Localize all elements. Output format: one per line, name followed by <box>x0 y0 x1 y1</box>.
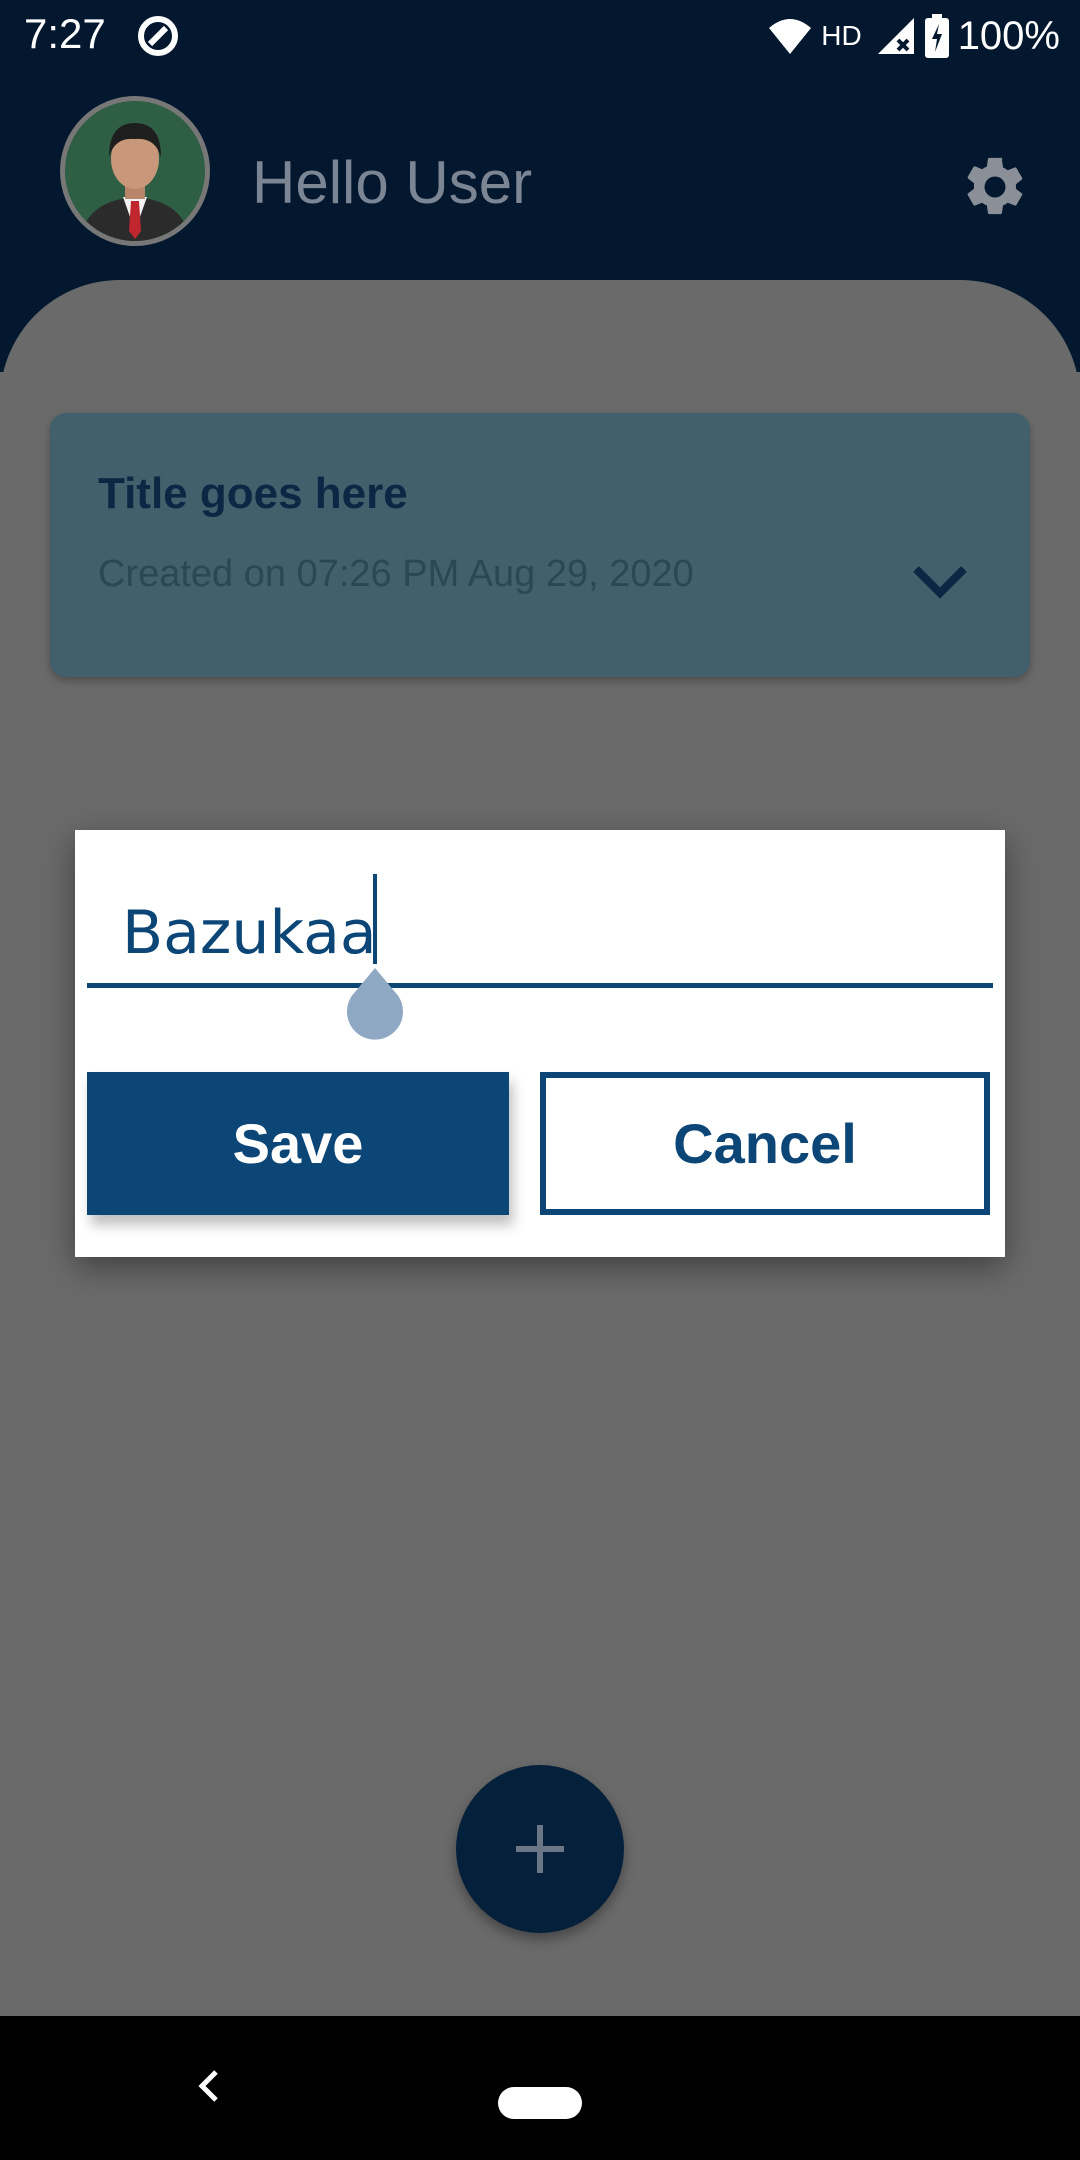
battery-text: 100% <box>957 13 1060 58</box>
add-fab-button[interactable] <box>456 1765 624 1933</box>
q-logo-icon <box>138 16 178 56</box>
title-input[interactable] <box>122 888 982 978</box>
edit-dialog: Save Cancel <box>75 830 1005 1257</box>
gear-icon[interactable] <box>960 152 1030 222</box>
wifi-icon <box>769 19 812 54</box>
input-underline <box>87 983 993 988</box>
save-button[interactable]: Save <box>87 1072 509 1215</box>
status-icons: HD 100% <box>767 8 1060 64</box>
back-icon[interactable] <box>186 2064 230 2108</box>
home-pill[interactable] <box>498 2087 582 2119</box>
cancel-button[interactable]: Cancel <box>540 1072 990 1215</box>
user-avatar-icon <box>65 101 205 241</box>
greeting-text: Hello User <box>252 149 533 216</box>
system-nav-bar <box>0 2016 1080 2160</box>
chevron-down-icon[interactable] <box>908 549 972 613</box>
signal-icon <box>877 18 914 54</box>
text-cursor <box>373 874 377 964</box>
status-time: 7:27 <box>24 10 106 57</box>
text-selection-handle[interactable] <box>345 968 405 1048</box>
plus-icon <box>516 1825 564 1873</box>
card-date: Created on 07:26 PM Aug 29, 2020 <box>98 553 694 595</box>
note-card[interactable]: Title goes here Created on 07:26 PM Aug … <box>50 413 1030 677</box>
user-avatar[interactable] <box>60 96 210 246</box>
card-title: Title goes here <box>98 469 408 518</box>
network-label: HD <box>821 20 862 51</box>
status-bar: 7:27 HD 100% <box>0 0 1080 72</box>
battery-icon <box>924 14 949 58</box>
